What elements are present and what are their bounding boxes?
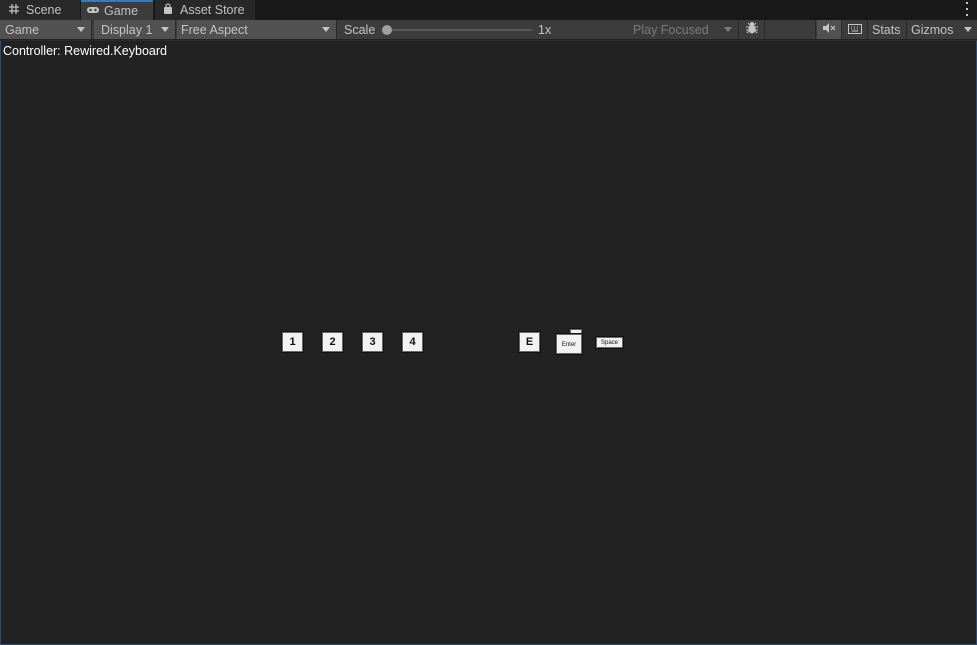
key-3: 3 [362,332,383,352]
game-view-dropdown[interactable]: Game [0,20,92,39]
scale-label: Scale [344,22,376,37]
keyboard-icon [848,23,862,37]
game-view-dropdown-label: Game [5,22,40,37]
tab-game-label: Game [104,4,139,18]
stats-label: Stats [872,22,901,37]
mute-audio-button[interactable] [817,20,842,39]
key-e: E [519,332,540,352]
stats-button[interactable]: Stats [869,20,907,39]
key-1: 1 [282,332,303,352]
tab-game[interactable]: Game [81,0,153,20]
keyboard-shortcuts-button[interactable] [843,20,868,39]
gizmos-dropdown[interactable] [957,20,977,39]
key-2: 2 [322,332,343,352]
gamepad-icon [86,4,100,18]
toolbar-spacer [766,20,816,39]
scale-slider-track[interactable] [389,29,532,31]
controller-label: Controller: Rewired.Keyboard [3,44,167,58]
tab-scene[interactable]: Scene [0,0,80,20]
mute-icon [822,22,836,37]
tab-asset-store[interactable]: Asset Store [155,0,255,20]
tab-scene-label: Scene [26,3,62,17]
gizmos-button[interactable]: Gizmos [908,20,957,39]
play-mode-label: Play Focused [633,22,709,37]
play-mode-dropdown[interactable]: Play Focused [630,20,739,39]
tab-asset-store-label: Asset Store [180,3,245,17]
more-options-icon[interactable] [965,2,969,16]
shopping-bag-icon [162,3,176,17]
display-dropdown-label: Display 1 [101,22,153,37]
key-space: Space [596,337,623,348]
scale-control: Scale 1x [339,20,629,39]
key-4: 4 [402,332,423,352]
editor-tab-bar: Scene Game Asset Store [0,0,977,20]
bug-icon [745,21,759,38]
key-enter: Enter [556,334,582,354]
scale-slider-thumb[interactable] [382,25,392,35]
game-view-toolbar: Game Display 1 Free Aspect Scale 1x Play… [0,20,977,40]
display-dropdown[interactable]: Display 1 [94,20,176,39]
grid-icon [8,3,22,17]
gizmos-label: Gizmos [911,22,954,37]
game-viewport[interactable]: Controller: Rewired.Keyboard 1 2 3 4 E E… [0,40,977,645]
frame-debugger-button[interactable] [740,20,765,39]
aspect-ratio-label: Free Aspect [181,22,248,37]
scale-value: 1x [538,23,552,37]
aspect-ratio-dropdown[interactable]: Free Aspect [177,20,337,39]
